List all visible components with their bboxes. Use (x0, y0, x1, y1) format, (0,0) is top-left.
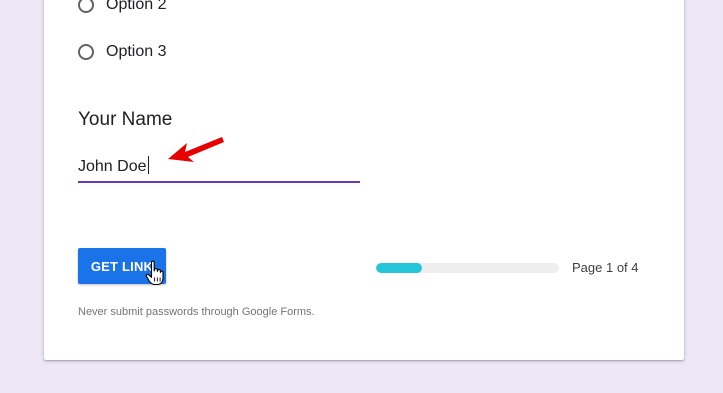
question-title: Your Name (78, 109, 173, 130)
get-link-button-label: GET LINK (90, 258, 154, 274)
radio-button-icon[interactable] (78, 0, 94, 13)
progress-bar (376, 263, 559, 273)
name-input-text: John Doe (78, 158, 147, 175)
form-card: Option 2 Option 3 Your Name John Doe GET… (44, 0, 684, 360)
disclaimer-text: Never submit passwords through Google Fo… (78, 306, 315, 318)
name-input-value[interactable]: John Doe (78, 156, 149, 176)
radio-option-2[interactable]: Option 2 (78, 0, 166, 14)
radio-option-label: Option 3 (106, 43, 167, 60)
radio-option-3[interactable]: Option 3 (78, 43, 166, 61)
radio-button-icon[interactable] (78, 44, 94, 60)
red-arrow-icon (168, 137, 224, 162)
radio-option-label: Option 2 (106, 0, 167, 13)
text-caret (147, 156, 149, 174)
hand-pointer-cursor-icon (145, 260, 164, 286)
page-indicator: Page 1 of 4 (572, 260, 639, 275)
progress-bar-fill (376, 263, 422, 273)
